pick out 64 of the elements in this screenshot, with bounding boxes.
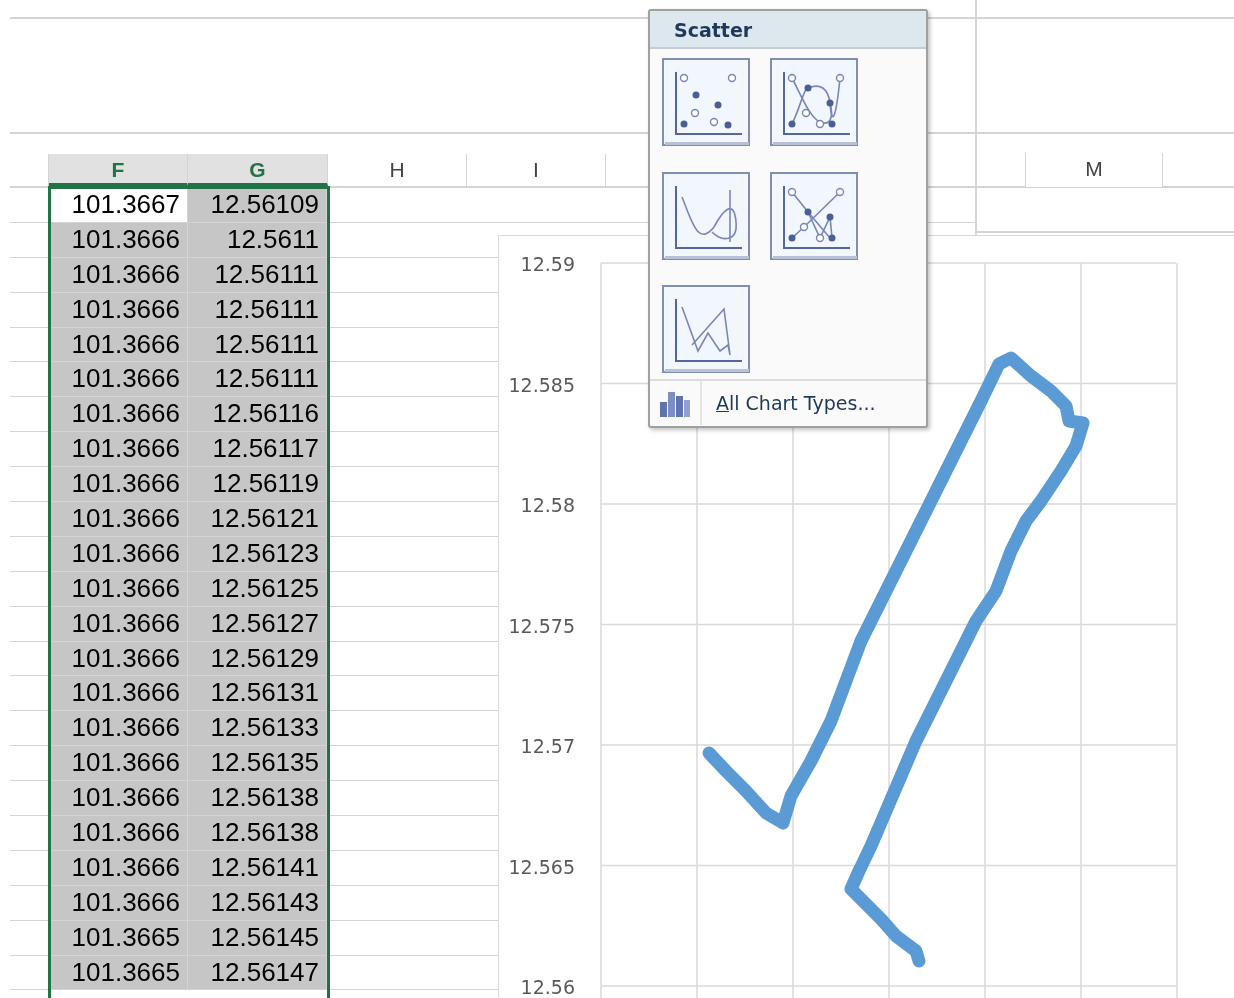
column-header[interactable]: G [188,154,328,186]
table-cell[interactable]: 101.3666 [49,885,188,920]
table-cell[interactable]: 12.56111 [188,292,327,327]
table-cell[interactable]: 101.3666 [49,606,188,641]
axis-label: 12.56 [520,975,575,998]
table-cell[interactable]: 101.3666 [49,850,188,885]
table-cell[interactable]: 101.3666 [49,502,188,536]
table-cell[interactable]: 101.3666 [49,292,188,327]
column-header[interactable]: H [328,154,467,186]
table-cell[interactable]: 101.3666 [49,816,188,850]
chart-type-button[interactable] [770,58,860,148]
table-cell[interactable]: 101.3666 [49,397,188,432]
table-cell[interactable]: 101.3666 [49,432,188,467]
chart-type-button[interactable] [662,285,752,376]
table-cell[interactable]: 12.56119 [188,467,327,501]
axis-label: 12.575 [508,613,575,639]
table-cell[interactable]: 12.56121 [188,502,327,536]
table-cell[interactable]: 12.56131 [188,676,327,711]
table-cell[interactable]: 12.56138 [188,781,327,816]
table-cell[interactable]: 12.56127 [188,606,327,641]
table-cell[interactable]: 12.56141 [188,850,327,885]
axis-label: 12.59 [520,252,575,277]
all-chart-types-link[interactable]: All Chart Types... [716,388,876,418]
table-cell[interactable]: 12.56135 [188,746,327,781]
table-cell[interactable]: 12.56109 [188,188,327,222]
table-cell[interactable]: 101.3666 [49,711,188,746]
table-cell[interactable]: 101.3665 [49,955,188,990]
table-cell[interactable]: 101.3665 [49,920,188,955]
table-cell[interactable]: 101.3666 [49,676,188,711]
table-cell[interactable]: 12.56133 [188,711,327,746]
table-cell[interactable]: 12.56111 [188,362,327,397]
table-cell[interactable]: 101.3666 [49,536,188,571]
axis-label: 12.585 [508,372,575,398]
table-cell[interactable]: 12.56138 [188,816,327,850]
table-cell[interactable]: 101.3666 [49,362,188,397]
column-header[interactable]: M [1025,153,1163,187]
table-cell[interactable]: 12.56145 [188,920,327,955]
table-cell[interactable]: 12.5611 [188,222,327,257]
table-cell[interactable]: 101.3666 [49,746,188,781]
table-cell[interactable]: 101.3666 [49,222,188,257]
axis-label: 12.58 [520,493,575,518]
table-cell[interactable]: 101.3666 [49,781,188,816]
axis-label: 12.565 [508,854,575,880]
menu-title: Scatter [650,11,926,49]
column-header[interactable]: I [467,154,606,186]
chart-type-button[interactable] [770,171,860,262]
table-cell[interactable]: 12.56125 [188,571,327,606]
table-cell[interactable]: 12.56123 [188,536,327,571]
table-cell[interactable]: 12.56117 [188,432,327,467]
table-cell[interactable]: 101.3666 [49,571,188,606]
table-cell[interactable]: 12.56147 [188,955,327,990]
table-cell[interactable]: 12.56129 [188,641,327,676]
table-cell[interactable]: 101.3666 [49,641,188,676]
table-cell[interactable]: 12.56111 [188,327,327,362]
column-header[interactable]: F [49,154,188,186]
chart-type-button[interactable] [662,171,752,262]
table-cell[interactable]: 101.3666 [49,327,188,362]
table-cell[interactable]: 101.3666 [49,257,188,292]
table-cell[interactable]: 12.56111 [188,257,327,292]
chart-type-button[interactable] [662,58,752,148]
table-cell[interactable]: 101.3666 [49,467,188,501]
table-cell[interactable]: 12.56143 [188,885,327,920]
axis-label: 12.57 [520,734,575,759]
table-cell[interactable]: 12.56116 [188,397,327,432]
